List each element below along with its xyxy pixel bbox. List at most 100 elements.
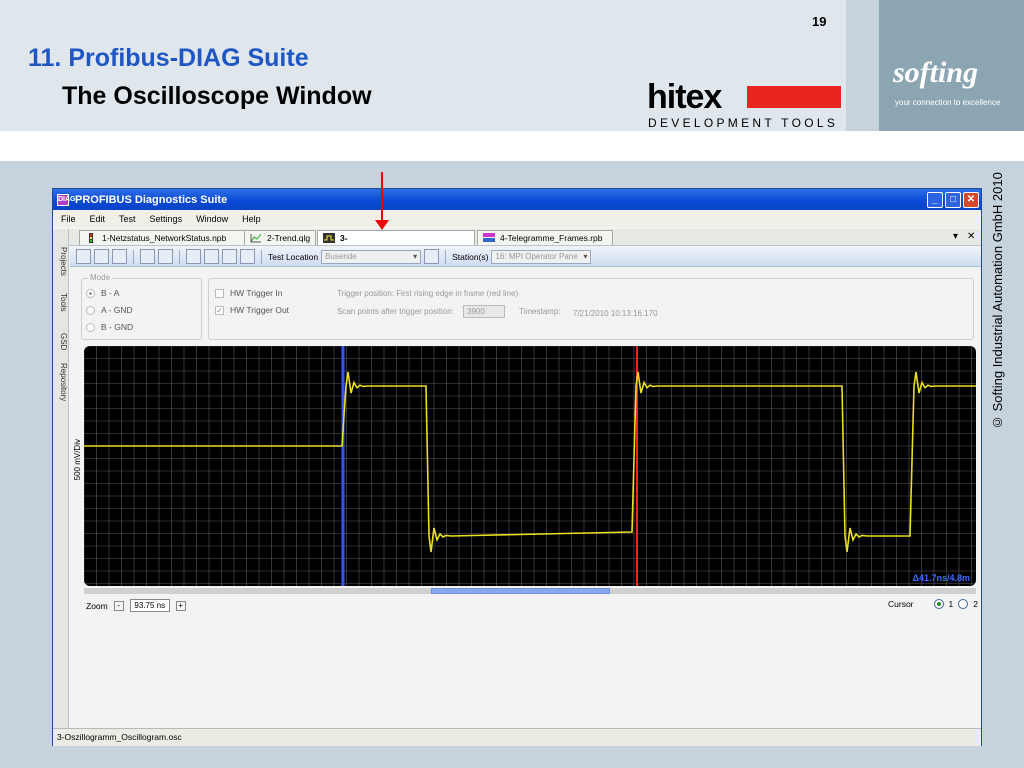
sidebar-item-projects[interactable]: Projects <box>54 247 68 276</box>
tab-label: 1-Netzstatus_NetworkStatus.npb <box>102 233 227 243</box>
cursor-2-radio[interactable] <box>958 599 969 609</box>
scan-points-label: Scan points after trigger position: <box>337 307 454 316</box>
cursor-label: Cursor <box>888 599 914 609</box>
close-tab-icon[interactable]: ✕ <box>967 231 975 242</box>
menu-edit[interactable]: Edit <box>90 214 106 224</box>
zoom-control: Zoom - 93.75 ns + <box>86 599 186 612</box>
status-bar: 3-Oszillogramm_Oscillogram.osc <box>53 728 981 746</box>
document-tab-row: 1-Netzstatus_NetworkStatus.npb 2-Trend.q… <box>53 229 981 258</box>
window-controls: _ □ ✕ <box>927 191 979 208</box>
checkbox[interactable] <box>215 288 224 298</box>
hw-trigger-out-label: HW Trigger Out <box>230 305 290 315</box>
hitex-logo-text: hitex <box>647 78 722 116</box>
zoom-value-field[interactable]: 93.75 ns <box>129 599 170 612</box>
pause-icon[interactable] <box>112 249 127 264</box>
scrollbar-thumb[interactable] <box>431 588 610 594</box>
hw-trigger-in-checkbox[interactable]: HW Trigger In <box>215 288 282 298</box>
timestamp-label: Timestamp: <box>519 307 561 316</box>
oscilloscope-grid <box>84 346 976 586</box>
tab-oscillogram[interactable]: 3-Oszillogramm_Oscillogram.osc <box>317 230 475 258</box>
save-icon[interactable] <box>140 249 155 264</box>
softing-logo-panel: softing your connection to excellence <box>879 0 1024 131</box>
mode-option-label: A - GND <box>101 305 133 315</box>
delta-readout: Δ41.7ns/4.8m <box>912 573 970 583</box>
timestamp-value: 7/21/2010 10:13:16.170 <box>573 309 658 318</box>
menu-help[interactable]: Help <box>242 214 261 224</box>
side-panel: Projects Tools GSD Repository <box>53 229 69 739</box>
maximize-button[interactable]: □ <box>945 191 961 208</box>
close-button[interactable]: ✕ <box>963 191 979 208</box>
tab-frames[interactable]: 4-Telegramme_Frames.rpb <box>477 230 613 245</box>
sidebar-item-tools[interactable]: Tools <box>54 293 68 312</box>
mode-group: Mode B - A A - GND B - GND <box>81 273 202 340</box>
header-divider-band <box>0 131 1024 161</box>
tab-label: 2-Trend.qlg <box>267 233 311 243</box>
checkbox-checked[interactable]: ✓ <box>215 305 224 315</box>
mode-option-b-gnd[interactable]: B - GND <box>86 322 133 332</box>
station-select[interactable]: 16: MPI Operator Pane <box>491 249 592 264</box>
time-scrollbar[interactable] <box>84 588 976 594</box>
menu-test[interactable]: Test <box>119 214 136 224</box>
tab-trend[interactable]: 2-Trend.qlg <box>244 230 316 245</box>
tab-label: 4-Telegramme_Frames.rpb <box>500 233 603 243</box>
tab-list-dropdown[interactable]: ▾ <box>953 231 958 242</box>
softing-logo: softing <box>893 56 979 89</box>
hitex-logo: hitex DEVELOPMENT TOOLS <box>643 78 843 130</box>
hitex-red-bar <box>747 86 841 108</box>
toolbar-separator <box>133 249 134 264</box>
radio-button[interactable] <box>86 305 95 315</box>
cursor-2-label: 2 <box>973 599 978 609</box>
test-location-select[interactable]: Busende <box>321 249 422 264</box>
mode-option-label: B - GND <box>101 322 134 332</box>
menu-window[interactable]: Window <box>196 214 228 224</box>
tab-network-status[interactable]: 1-Netzstatus_NetworkStatus.npb <box>79 230 245 245</box>
toolbar-separator <box>179 249 180 264</box>
trigger-group: HW Trigger In ✓ HW Trigger Out Trigger p… <box>208 278 974 340</box>
frames-icon <box>483 233 495 242</box>
radio-button[interactable] <box>86 322 95 332</box>
cursor-1-radio[interactable] <box>933 599 944 609</box>
zoom-in-button[interactable]: + <box>175 600 186 611</box>
slide-subtitle: The Oscilloscope Window <box>62 82 372 110</box>
app-titlebar[interactable]: DIAG PROFIBUS Diagnostics Suite _ □ ✕ <box>53 189 981 210</box>
test-location-label: Test Location <box>268 251 319 262</box>
menu-file[interactable]: File <box>61 214 76 224</box>
menu-bar: File Edit Test Settings Window Help <box>53 210 981 227</box>
hw-trigger-out-checkbox[interactable]: ✓ HW Trigger Out <box>215 305 289 315</box>
app-title: PROFIBUS Diagnostics Suite <box>75 193 228 206</box>
export-icon[interactable] <box>158 249 173 264</box>
location-edit-icon[interactable] <box>424 249 440 264</box>
oscilloscope-icon <box>323 233 335 243</box>
annotation-arrow-head <box>375 220 389 230</box>
play-icon[interactable] <box>76 249 91 264</box>
menu-settings[interactable]: Settings <box>150 214 183 224</box>
scan-points-spinner[interactable]: 3900 <box>463 305 505 318</box>
stop-icon[interactable] <box>94 249 109 264</box>
oscilloscope-plot[interactable] <box>84 346 976 586</box>
zoom-label: Zoom <box>86 600 108 611</box>
mode-option-b-a[interactable]: B - A <box>86 288 119 298</box>
sidebar-item-repository[interactable]: Repository <box>54 363 68 401</box>
trend-chart-icon <box>250 233 262 243</box>
minimize-button[interactable]: _ <box>927 191 943 208</box>
station-label: Station(s) <box>452 251 489 262</box>
cursor-selector: Cursor 1 2 <box>888 599 978 609</box>
radio-button[interactable] <box>86 288 95 298</box>
annotation-arrow <box>381 172 383 224</box>
mode-option-label: B - A <box>101 288 120 298</box>
trigger-position-text: Trigger position: First rising edge in f… <box>337 289 519 298</box>
app-window: DIAG PROFIBUS Diagnostics Suite _ □ ✕ Fi… <box>52 188 982 746</box>
settings-icon[interactable] <box>186 249 201 264</box>
print-icon[interactable] <box>240 249 255 264</box>
oscilloscope-display[interactable]: Δ41.7ns/4.8m <box>84 346 976 586</box>
network-icon[interactable] <box>204 249 219 264</box>
hitex-tagline: DEVELOPMENT TOOLS <box>648 116 839 130</box>
copyright-text: © Softing Industrial Automation GmbH 201… <box>990 172 1005 430</box>
mode-option-a-gnd[interactable]: A - GND <box>86 305 133 315</box>
sidebar-item-gsd[interactable]: GSD <box>54 333 68 350</box>
traffic-light-icon <box>89 233 93 243</box>
connect-icon[interactable] <box>222 249 237 264</box>
zoom-out-button[interactable]: - <box>113 600 124 611</box>
app-diag-icon: DIAG <box>57 193 76 206</box>
softing-tagline: your connection to excellence <box>895 98 1001 107</box>
